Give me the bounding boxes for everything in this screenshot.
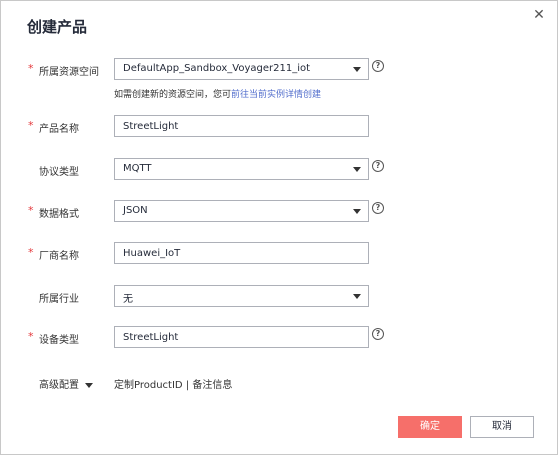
vendor-row: * 厂商名称 <box>1 242 557 264</box>
protocol-select[interactable]: MQTT <box>114 158 369 180</box>
device-type-label: 设备类型 <box>39 335 79 346</box>
vendor-input[interactable] <box>115 243 368 263</box>
advanced-config-toggle[interactable]: 高级配置 <box>39 376 93 391</box>
dialog-title: 创建产品 <box>27 18 88 36</box>
create-product-dialog: 创建产品 ✕ * 所属资源空间 DefaultApp_Sandbox_Voyag… <box>0 0 558 455</box>
resource-space-label: 所属资源空间 <box>39 67 99 78</box>
help-icon[interactable]: ? <box>372 202 384 214</box>
required-star: * <box>28 246 34 259</box>
vendor-field[interactable] <box>114 242 369 264</box>
industry-select[interactable]: 无 <box>114 285 369 307</box>
device-type-row: * 设备类型 ? <box>1 326 557 348</box>
protocol-label: 协议类型 <box>39 167 79 178</box>
resource-space-row: * 所属资源空间 DefaultApp_Sandbox_Voyager211_i… <box>1 58 557 80</box>
resource-space-select[interactable]: DefaultApp_Sandbox_Voyager211_iot <box>114 58 369 80</box>
advanced-config-summary: 定制ProductID | 备注信息 <box>114 380 233 391</box>
industry-label: 所属行业 <box>39 294 79 305</box>
product-name-field[interactable] <box>114 115 369 137</box>
create-resource-space-link[interactable]: 前往当前实例详情创建 <box>231 90 321 100</box>
resource-space-hint: 如需创建新的资源空间，您可前往当前实例详情创建 <box>114 87 321 100</box>
protocol-row: 协议类型 MQTT ? <box>1 158 557 180</box>
resource-space-hint-text: 如需创建新的资源空间，您可 <box>114 90 232 100</box>
advanced-config-label: 高级配置 <box>39 380 79 391</box>
required-star: * <box>28 330 34 343</box>
data-format-label: 数据格式 <box>39 209 79 220</box>
device-type-field[interactable] <box>114 326 369 348</box>
industry-value: 无 <box>123 294 133 305</box>
close-icon[interactable]: ✕ <box>530 6 548 24</box>
help-icon[interactable]: ? <box>372 60 384 72</box>
product-name-label: 产品名称 <box>39 124 79 135</box>
required-star: * <box>28 62 34 75</box>
help-icon[interactable]: ? <box>372 160 384 172</box>
required-star: * <box>28 119 34 132</box>
device-type-input[interactable] <box>115 327 368 347</box>
data-format-select[interactable]: JSON <box>114 200 369 222</box>
data-format-value: JSON <box>123 205 148 216</box>
data-format-row: * 数据格式 JSON ? <box>1 200 557 222</box>
industry-row: 所属行业 无 <box>1 285 557 307</box>
vendor-label: 厂商名称 <box>39 251 79 262</box>
caret-down-icon <box>85 382 93 388</box>
protocol-value: MQTT <box>123 163 152 174</box>
caret-down-icon <box>353 294 361 299</box>
caret-down-icon <box>353 167 361 172</box>
cancel-button[interactable]: 取消 <box>470 416 534 438</box>
caret-down-icon <box>353 67 361 72</box>
product-name-input[interactable] <box>115 116 368 136</box>
product-name-row: * 产品名称 <box>1 115 557 137</box>
confirm-button[interactable]: 确定 <box>398 416 462 438</box>
required-star: * <box>28 204 34 217</box>
help-icon[interactable]: ? <box>372 328 384 340</box>
caret-down-icon <box>353 209 361 214</box>
resource-space-value: DefaultApp_Sandbox_Voyager211_iot <box>123 63 311 74</box>
